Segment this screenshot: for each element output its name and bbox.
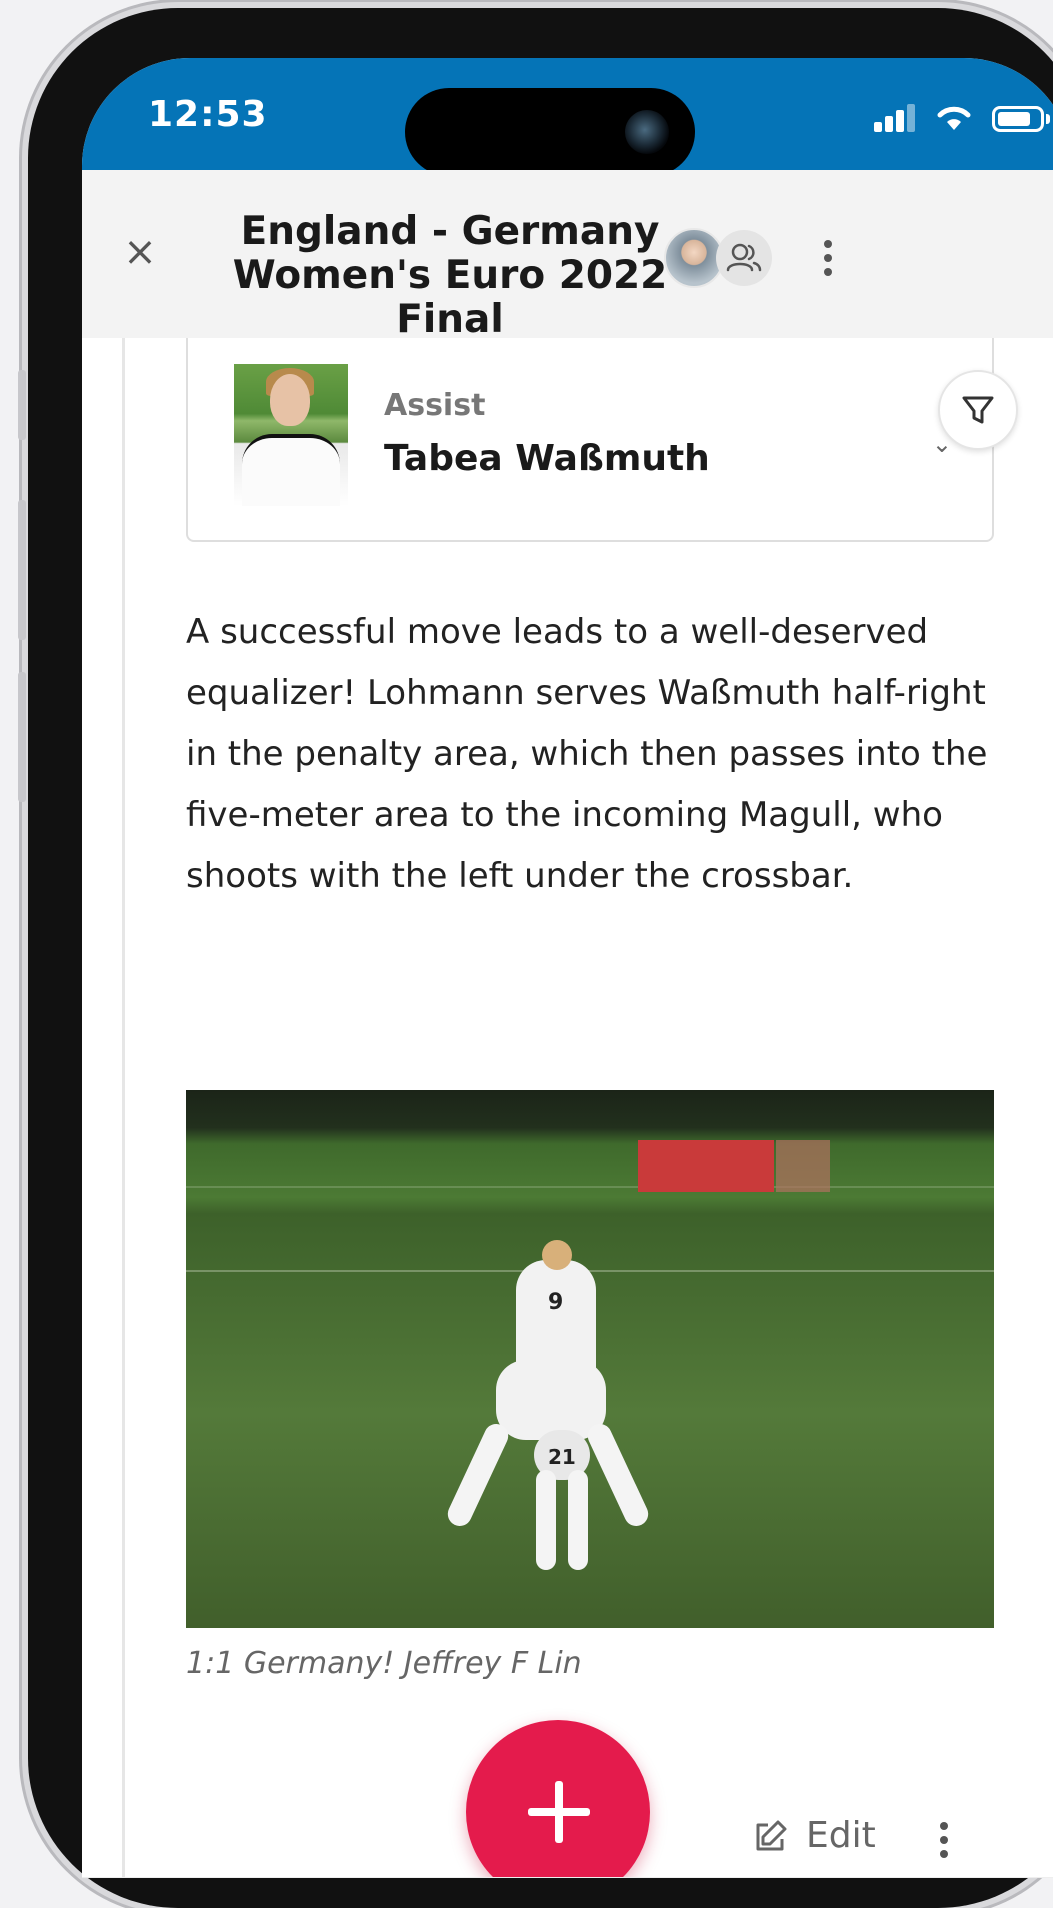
participants-button[interactable] xyxy=(716,230,772,286)
status-time: 12:53 xyxy=(148,94,268,135)
timeline-line xyxy=(122,338,125,1878)
status-icons xyxy=(874,102,1053,132)
close-button[interactable]: × xyxy=(118,230,162,274)
title-line-2: Women's Euro 2022 Final xyxy=(232,253,668,342)
add-button[interactable] xyxy=(466,1720,650,1878)
phone-side-button xyxy=(18,370,26,440)
close-icon: × xyxy=(123,229,157,275)
jersey-number: 21 xyxy=(548,1445,576,1469)
signal-icon xyxy=(874,102,915,132)
phone-side-button xyxy=(18,500,26,640)
title-line-1: England - Germany xyxy=(240,209,660,254)
camera-icon xyxy=(625,110,669,154)
wifi-icon xyxy=(937,106,971,130)
status-bar: 12:53 xyxy=(82,58,1053,178)
phone-side-button xyxy=(18,672,26,802)
filter-button[interactable] xyxy=(938,370,1018,450)
battery-icon xyxy=(992,106,1044,132)
edit-label: Edit xyxy=(806,1815,876,1856)
header-more-button[interactable] xyxy=(814,230,844,286)
feed-content: Assist Tabea Waßmuth ⌄ A successful move… xyxy=(82,338,1053,1878)
goal-photo[interactable]: 9 21 xyxy=(186,1090,994,1628)
filter-icon xyxy=(962,396,994,424)
edit-icon xyxy=(756,1820,787,1851)
assist-player-name: Tabea Waßmuth xyxy=(384,438,710,479)
phone-screen: 12:53 × England - Germany Women's Euro 2… xyxy=(82,58,1053,1878)
assist-label: Assist xyxy=(384,388,486,423)
jersey-number: 9 xyxy=(548,1290,564,1315)
dynamic-island xyxy=(405,88,695,176)
assist-card[interactable]: Assist Tabea Waßmuth ⌄ xyxy=(186,338,994,542)
people-icon xyxy=(726,243,762,272)
page-title: England - Germany Women's Euro 2022 Fina… xyxy=(190,210,710,342)
divider xyxy=(82,1877,1053,1878)
avatar[interactable] xyxy=(664,228,724,288)
player-photo xyxy=(234,364,348,506)
post-text: A successful move leads to a well-deserv… xyxy=(186,612,988,896)
match-header: × England - Germany Women's Euro 2022 Fi… xyxy=(82,170,1053,342)
photo-caption: 1:1 Germany! Jeffrey F Lin xyxy=(186,1646,582,1681)
celebrating-players: 9 21 xyxy=(443,1240,666,1580)
post-more-button[interactable] xyxy=(930,1812,960,1868)
